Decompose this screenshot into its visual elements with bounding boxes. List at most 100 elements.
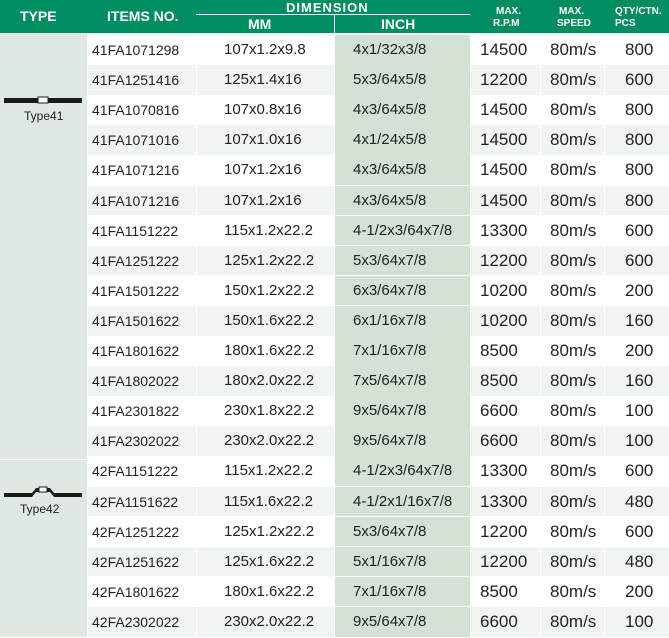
header-max-rpm-2: R.P.M [493, 18, 520, 29]
dimension-mm-cell: 107x1.2x16 [224, 191, 302, 209]
dimension-inch-cell: 5x3/64x7/8 [335, 245, 470, 276]
item-number-cell: 41FA1070816 [92, 102, 180, 119]
table-row: 42FA1801622 180x1.6x22.2 7x1/16x7/8 8500 80m… [87, 576, 669, 607]
max-speed-cell: 80m/s [550, 130, 597, 150]
dimension-mm-cell: 180x2.0x22.2 [224, 372, 315, 390]
dimension-mm-cell: 115x1.2x22.2 [224, 462, 313, 480]
item-number-cell: 42FA1151222 [92, 463, 179, 480]
item-number-cell: 41FA1071216 [92, 162, 180, 179]
dimension-mm-cell: 230x2.0x22.2 [224, 432, 315, 450]
item-number-cell: 41FA1071298 [92, 42, 180, 58]
table-row: 41FA1501222 150x1.2x22.2 6x3/64x7/8 10200 80… [87, 275, 669, 306]
max-speed-cell: 80m/s [550, 521, 597, 541]
qty-per-carton-cell: 600 [625, 521, 654, 541]
qty-per-carton-cell: 100 [625, 401, 654, 421]
table-row: 41FA1251222 125x1.2x22.2 5x3/64x7/8 12200 80… [87, 245, 669, 276]
dimension-inch-cell: 9x5/64x7/8 [335, 396, 470, 427]
table-row: 41FA1071016 107x1.0x16 4x1/24x5/8 14500 80m/… [87, 125, 669, 156]
dimension-inch-cell: 7x1/16x7/8 [335, 576, 470, 607]
max-speed-cell: 80m/s [550, 491, 597, 511]
table-row: 41FA1151222 115x1.2x22.2 4-1/2x3/64x7/8 133… [87, 215, 669, 246]
qty-per-carton-cell: 600 [625, 461, 654, 481]
qty-per-carton-cell: 200 [625, 280, 654, 300]
dimension-inch-cell: 4x1/32x3/8 [335, 35, 470, 66]
item-number-cell: 42FA1251622 [92, 553, 180, 570]
dimension-inch-cell: 5x3/64x5/8 [335, 65, 470, 96]
header-max-rpm-1: MAX. [496, 6, 521, 17]
header-inch: INCH [381, 16, 416, 32]
item-number-cell: 41FA2301822 [92, 403, 180, 420]
dimension-mm-cell: 107x0.8x16 [224, 101, 302, 119]
max-speed-cell: 80m/s [550, 581, 597, 601]
max-rpm-cell: 8500 [480, 371, 518, 391]
max-rpm-cell: 6600 [480, 401, 518, 421]
item-number-cell: 41FA1802022 [92, 373, 180, 390]
item-number-cell: 41FA1071016 [92, 132, 180, 149]
max-speed-cell: 80m/s [550, 70, 597, 90]
dimension-inch-cell: 4x3/64x5/8 [335, 185, 470, 216]
col-sep-qty [604, 33, 605, 637]
table-row: 41FA1801622 180x1.6x22.2 7x1/16x7/8 8500 80m… [87, 336, 669, 367]
table-row: 41FA1501622 150x1.6x22.2 6x1/16x7/8 10200 80… [87, 305, 669, 336]
dimension-inch-cell: 4-1/2x3/64x7/8 [335, 456, 470, 487]
qty-per-carton-cell: 100 [625, 431, 654, 451]
flat-disc-icon [4, 96, 82, 104]
dimension-inch-cell: 4-1/2x1/16x7/8 [335, 486, 470, 517]
max-speed-cell: 80m/s [550, 190, 597, 210]
dimension-inch-cell: 6x1/16x7/8 [335, 305, 470, 336]
max-speed-cell: 80m/s [550, 100, 597, 120]
table-row: 41FA1070816 107x0.8x16 4x3/64x5/8 14500 80m/… [87, 95, 669, 126]
dimension-mm-cell: 125x1.6x22.2 [224, 552, 315, 570]
qty-per-carton-cell: 480 [625, 551, 654, 571]
item-number-cell: 41FA1501622 [92, 312, 180, 329]
table-row: 41FA1251416 125x1.4x16 5x3/64x5/8 12200 80m/… [87, 65, 669, 96]
depressed-center-disc-icon [4, 486, 82, 497]
max-rpm-cell: 10200 [480, 280, 528, 300]
max-rpm-cell: 12200 [480, 250, 528, 270]
header-qty-ctn-1: QTY/CTN. [615, 6, 662, 17]
qty-per-carton-cell: 200 [625, 581, 654, 601]
col-sep-inch [334, 33, 335, 637]
max-rpm-cell: 10200 [480, 310, 528, 330]
table-row: 42FA1151222 115x1.2x22.2 4-1/2x3/64x7/8 133… [87, 456, 669, 487]
max-rpm-cell: 12200 [480, 551, 528, 571]
max-rpm-cell: 12200 [480, 521, 528, 541]
table-row: 41FA1071298 107x1.2x9.8 4x1/32x3/8 14500 80m… [87, 35, 669, 66]
item-number-cell: 41FA1251222 [92, 252, 180, 269]
max-speed-cell: 80m/s [550, 461, 597, 481]
dimension-mm-cell: 150x1.2x22.2 [224, 281, 315, 299]
col-sep-mm [196, 33, 197, 637]
table-row: 41FA2302022 230x2.0x22.2 9x5/64x7/8 6600 80m… [87, 426, 669, 457]
max-rpm-cell: 14500 [480, 160, 528, 180]
dimension-mm-cell: 125x1.2x22.2 [224, 251, 315, 269]
max-speed-cell: 80m/s [550, 160, 597, 180]
qty-per-carton-cell: 800 [625, 100, 654, 120]
qty-per-carton-cell: 160 [625, 310, 654, 330]
dimension-mm-cell: 125x1.4x16 [224, 71, 302, 89]
dimension-inch-cell: 5x1/16x7/8 [335, 546, 470, 577]
header-dimension: DIMENSION [286, 0, 369, 15]
max-speed-cell: 80m/s [550, 250, 597, 270]
item-number-cell: 41FA1801622 [92, 343, 180, 359]
dimension-mm-cell: 115x1.2x22.2 [224, 221, 313, 239]
max-rpm-cell: 13300 [480, 461, 528, 481]
type41-label: Type41 [24, 109, 64, 123]
max-speed-cell: 80m/s [550, 40, 597, 59]
qty-per-carton-cell: 800 [625, 130, 654, 150]
max-rpm-cell: 13300 [480, 491, 528, 511]
qty-per-carton-cell: 600 [625, 220, 654, 240]
dimension-inch-cell: 9x5/64x7/8 [335, 606, 470, 637]
max-rpm-cell: 14500 [480, 190, 528, 210]
item-number-cell: 41FA1251416 [92, 72, 180, 89]
item-number-cell: 41FA1071216 [92, 192, 180, 209]
max-rpm-cell: 14500 [480, 100, 528, 120]
dimension-inch-cell: 4x1/24x5/8 [335, 125, 470, 156]
col-sep-speed [540, 33, 541, 637]
dimension-divider [196, 14, 470, 15]
max-rpm-cell: 8500 [480, 341, 518, 360]
item-number-cell: 41FA1501222 [92, 282, 180, 299]
max-speed-cell: 80m/s [550, 551, 597, 571]
dimension-mm-cell: 115x1.6x22.2 [224, 492, 313, 510]
dimension-inch-cell: 6x3/64x7/8 [335, 275, 470, 306]
dimension-mm-cell: 230x2.0x22.2 [224, 612, 315, 630]
